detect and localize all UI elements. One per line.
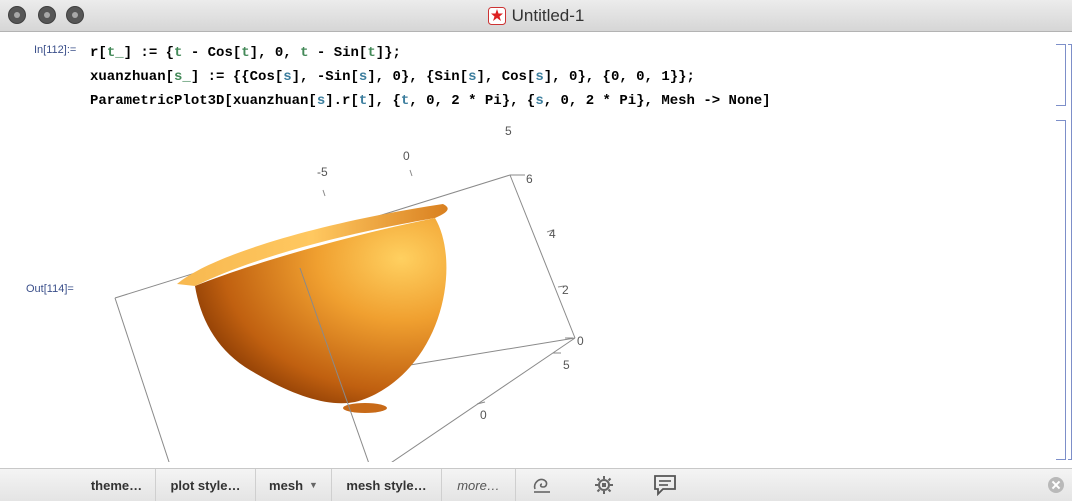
right-axis-tick-2: 2 xyxy=(562,283,569,297)
code-line-3: ParametricPlot3D[xuanzhuan[s].r[t], {t, … xyxy=(90,93,771,109)
top-axis-tick-5: 5 xyxy=(505,124,512,138)
top-axis-tick-neg5: -5 xyxy=(317,165,328,179)
output-cell-label: Out[114]= xyxy=(26,283,74,295)
input-cell-bracket[interactable] xyxy=(1056,44,1066,106)
input-cell-label: In[112]:= xyxy=(34,44,77,56)
window-title: Untitled-1 xyxy=(511,5,585,25)
bottom-axis-tick-5: 5 xyxy=(563,358,570,372)
cell-group-bracket[interactable] xyxy=(1068,44,1072,460)
feedback-speech-bubble-icon[interactable] xyxy=(651,474,679,496)
mesh-style-button[interactable]: mesh style… xyxy=(332,469,442,501)
bottom-axis-tick-0: 0 xyxy=(480,408,487,422)
right-axis-tick-4: 4 xyxy=(549,227,556,241)
title-group: Untitled-1 xyxy=(0,0,1072,31)
right-axis-tick-6: 6 xyxy=(526,172,533,186)
chevron-down-icon: ▼ xyxy=(309,480,318,490)
more-button[interactable]: more… xyxy=(442,469,516,501)
title-bar: Untitled-1 xyxy=(0,0,1072,32)
plot-style-button-label: plot style… xyxy=(170,477,241,493)
parametric-plot-3d[interactable]: -5 0 5 6 4 2 0 5 0 -5 xyxy=(105,122,595,462)
close-suggestions-icon[interactable] xyxy=(1048,477,1064,493)
iterate-icon[interactable] xyxy=(528,474,556,496)
mesh-dropdown[interactable]: mesh ▼ xyxy=(256,469,332,501)
code-line-2: xuanzhuan[s_] := {{Cos[s], -Sin[s], 0}, … xyxy=(90,69,695,85)
settings-gear-icon[interactable] xyxy=(590,474,618,496)
bowl-surface xyxy=(195,218,447,404)
mathematica-spikey-icon xyxy=(487,6,506,25)
more-button-label: more… xyxy=(457,477,500,493)
right-axis-tick-0: 0 xyxy=(577,334,584,348)
mesh-style-button-label: mesh style… xyxy=(346,477,427,493)
theme-button-label: theme… xyxy=(90,477,143,493)
top-axis-tick-0: 0 xyxy=(403,149,410,163)
output-cell-bracket[interactable] xyxy=(1056,120,1066,460)
code-line-1: r[t_] := {t - Cos[t], 0, t - Sin[t]}; xyxy=(90,45,401,61)
suggestions-bar: theme… plot style… mesh ▼ mesh style… mor… xyxy=(0,468,1072,501)
notebook-area: In[112]:= r[t_] := {t - Cos[t], 0, t - S… xyxy=(0,32,1072,468)
theme-button[interactable]: theme… xyxy=(78,469,156,501)
plot-style-button[interactable]: plot style… xyxy=(156,469,256,501)
input-cell-code[interactable]: r[t_] := {t - Cos[t], 0, t - Sin[t]}; xua… xyxy=(90,41,771,113)
mesh-dropdown-label: mesh xyxy=(269,477,304,493)
